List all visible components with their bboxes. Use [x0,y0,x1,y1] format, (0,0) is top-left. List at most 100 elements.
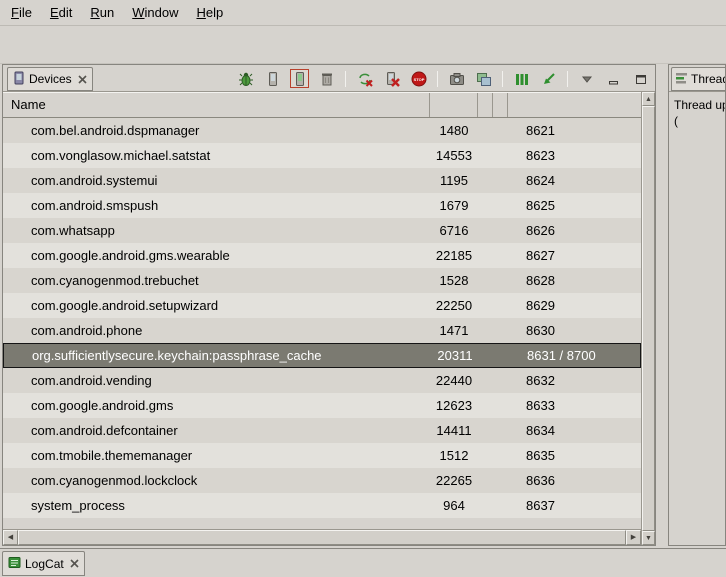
horizontal-scroll-thumb[interactable] [18,530,626,545]
menu-run[interactable]: Run [81,1,123,24]
cell-empty [478,118,493,143]
vertical-scrollbar[interactable] [641,92,655,545]
cell-pid: 14411 [430,418,478,443]
close-icon[interactable] [78,75,87,84]
cell-process-name: com.google.android.setupwizard [3,293,430,318]
column-header-pid[interactable] [430,93,478,117]
cell-port: 8628 [508,268,641,293]
maximize-icon[interactable] [632,70,649,87]
table-row[interactable]: com.vonglasow.michael.satstat145538623 [3,143,641,168]
update-threads-icon[interactable] [356,70,373,87]
cell-process-name: com.google.android.gms [3,393,430,418]
screen-capture-icon[interactable] [448,70,465,87]
cell-empty [478,493,493,518]
start-method-profiling-icon[interactable] [513,70,530,87]
cell-empty [493,193,508,218]
table-row[interactable]: com.tmobile.thememanager15128635 [3,443,641,468]
close-icon[interactable] [70,559,79,568]
cell-process-name: com.android.smspush [3,193,430,218]
devices-panel: Devices STOP Name [2,64,656,546]
table-row[interactable]: com.android.smspush16798625 [3,193,641,218]
scroll-down-icon[interactable] [642,531,655,545]
cell-process-name: com.cyanogenmod.trebuchet [3,268,430,293]
logcat-bar: LogCat [0,548,726,577]
table-row[interactable]: com.android.vending224408632 [3,368,641,393]
ddms-window: { "menubar": { "items": ["File", "Edit",… [0,0,726,577]
cell-pid: 1679 [430,193,478,218]
scroll-left-icon[interactable] [3,530,18,545]
column-header-empty [478,93,493,117]
menu-edit[interactable]: Edit [41,1,81,24]
devices-tabbar: Devices STOP [3,65,655,92]
table-row[interactable]: com.google.android.gms.wearable221858627 [3,243,641,268]
cell-process-name: com.android.defcontainer [3,418,430,443]
menubar: FileEditRunWindowHelp [0,0,726,26]
table-row[interactable]: com.android.systemui11958624 [3,168,641,193]
main-toolbar [0,26,726,64]
table-row[interactable]: system_process9648637 [3,493,641,518]
threads-message-line: Thread up [674,97,720,113]
cell-port: 8624 [508,168,641,193]
cell-port: 8631 / 8700 [509,344,640,367]
update-heap-icon[interactable] [264,70,281,87]
debug-process-icon[interactable] [237,70,254,87]
cell-empty [478,468,493,493]
cell-port: 8633 [508,393,641,418]
stop-glyph: STOP [413,76,424,81]
menu-file[interactable]: File [2,1,41,24]
horizontal-scrollbar[interactable] [3,529,641,545]
tab-threads[interactable]: Threads [671,67,726,91]
cell-process-name: com.bel.android.dspmanager [3,118,430,143]
scroll-right-icon[interactable] [626,530,641,545]
table-row[interactable]: com.bel.android.dspmanager14808621 [3,118,641,143]
minimize-icon[interactable] [605,70,622,87]
table-row[interactable]: com.cyanogenmod.lockclock222658636 [3,468,641,493]
toolbar-separator [437,71,438,87]
cell-empty [478,143,493,168]
cell-pid: 1471 [430,318,478,343]
table-row[interactable]: com.google.android.setupwizard222508629 [3,293,641,318]
menu-mnemonic: E [50,5,59,20]
table-row[interactable]: com.android.defcontainer144118634 [3,418,641,443]
vertical-scroll-thumb[interactable] [642,106,655,531]
cell-port: 8635 [508,443,641,468]
cell-empty [493,168,508,193]
cell-pid: 1528 [430,268,478,293]
cell-empty [493,368,508,393]
tab-devices[interactable]: Devices [7,67,93,91]
view-menu-icon[interactable] [578,70,595,87]
column-header-name[interactable]: Name [3,93,430,117]
heap-updates-enabled-icon[interactable] [291,70,308,87]
table-row[interactable]: com.whatsapp67168626 [3,218,641,243]
method-profiling-arrow-icon[interactable] [540,70,557,87]
cell-port: 8621 [508,118,641,143]
menu-window[interactable]: Window [123,1,187,24]
screenshots-icon[interactable] [475,70,492,87]
cause-gc-icon[interactable] [318,70,335,87]
cell-empty [493,143,508,168]
threads-tabbar: Threads [669,65,725,92]
menu-help[interactable]: Help [187,1,232,24]
table-row[interactable]: org.sufficientlysecure.keychain:passphra… [3,343,641,368]
cell-process-name: com.vonglasow.michael.satstat [3,143,430,168]
cell-empty [478,218,493,243]
table-row[interactable]: com.google.android.gms126238633 [3,393,641,418]
tab-logcat[interactable]: LogCat [2,551,85,576]
menu-label-rest: dit [59,5,73,20]
cell-empty [494,344,509,367]
cell-empty [493,318,508,343]
kill-process-icon[interactable] [383,70,400,87]
cell-empty [478,243,493,268]
cell-process-name: com.android.vending [3,368,430,393]
cell-empty [493,393,508,418]
cell-pid: 22250 [430,293,478,318]
table-row[interactable]: com.cyanogenmod.trebuchet1528 8628 [3,268,641,293]
stop-process-icon[interactable]: STOP [410,70,427,87]
cell-empty [478,293,493,318]
cell-empty [493,218,508,243]
cell-empty [478,443,493,468]
scroll-up-icon[interactable] [642,92,655,106]
menu-label-rest: indow [145,5,179,20]
table-row[interactable]: com.android.phone14718630 [3,318,641,343]
cell-process-name: com.tmobile.thememanager [3,443,430,468]
